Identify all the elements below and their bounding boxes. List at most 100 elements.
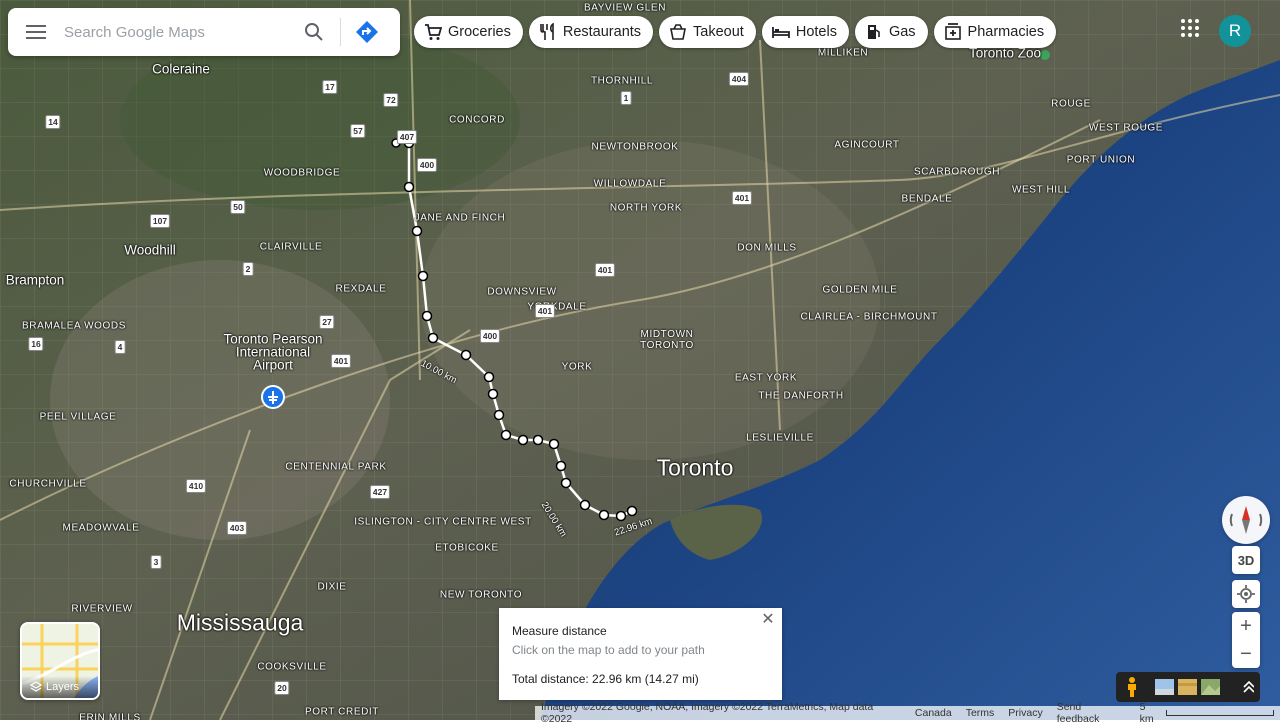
measure-point[interactable] bbox=[500, 429, 512, 441]
my-location-button[interactable] bbox=[1232, 580, 1260, 608]
measure-point[interactable] bbox=[487, 388, 499, 400]
terms-link[interactable]: Terms bbox=[966, 707, 995, 719]
account-avatar[interactable]: R bbox=[1219, 15, 1251, 47]
scale-bar[interactable]: 5 km bbox=[1140, 701, 1274, 725]
place-label-churchville[interactable]: CHURCHVILLE bbox=[9, 479, 86, 490]
place-label-riverview[interactable]: RIVERVIEW bbox=[71, 604, 132, 615]
measure-point[interactable] bbox=[493, 409, 505, 421]
close-icon[interactable]: ✕ bbox=[760, 611, 776, 628]
zoom-out-button[interactable]: − bbox=[1232, 640, 1260, 668]
highway-shield-403: 403 bbox=[226, 521, 248, 535]
chip-pharmacies[interactable]: Pharmacies bbox=[933, 16, 1057, 48]
measure-point[interactable] bbox=[421, 310, 433, 322]
place-label-peel-village[interactable]: PEEL VILLAGE bbox=[40, 412, 117, 423]
highway-shield-14: 14 bbox=[45, 115, 61, 129]
place-label-clairville[interactable]: CLAIRVILLE bbox=[260, 242, 323, 253]
privacy-link[interactable]: Privacy bbox=[1008, 707, 1042, 719]
chip-restaurants[interactable]: Restaurants bbox=[528, 16, 654, 48]
place-label-milliken[interactable]: MILLIKEN bbox=[818, 48, 868, 59]
measure-point[interactable] bbox=[460, 349, 472, 361]
highway-shield-2: 2 bbox=[242, 262, 254, 276]
place-label-west-rouge[interactable]: WEST ROUGE bbox=[1089, 123, 1163, 134]
google-apps-button[interactable] bbox=[1180, 18, 1200, 38]
layers-button[interactable]: Layers bbox=[20, 622, 100, 700]
chip-hotels[interactable]: Hotels bbox=[761, 16, 849, 48]
measure-point[interactable] bbox=[555, 460, 567, 472]
feedback-link[interactable]: Send feedback bbox=[1057, 701, 1126, 725]
place-label-leslieville[interactable]: LESLIEVILLE bbox=[746, 433, 814, 444]
measure-point[interactable] bbox=[532, 434, 544, 446]
place-label-cooksville[interactable]: COOKSVILLE bbox=[257, 662, 326, 673]
imagery-thumb-1-icon[interactable] bbox=[1155, 679, 1175, 695]
measure-point[interactable] bbox=[548, 438, 560, 450]
chip-takeout[interactable]: Takeout bbox=[659, 16, 756, 48]
search-box bbox=[8, 8, 400, 56]
place-label-east-york[interactable]: EAST YORK bbox=[735, 373, 797, 384]
place-label-downsview[interactable]: DOWNSVIEW bbox=[487, 287, 556, 298]
place-label-agincourt[interactable]: AGINCOURT bbox=[834, 140, 899, 151]
place-label-erin-mills[interactable]: ERIN MILLS bbox=[79, 713, 141, 721]
measure-point[interactable] bbox=[626, 505, 638, 517]
place-label-port-union[interactable]: PORT UNION bbox=[1067, 155, 1135, 166]
place-label-rexdale[interactable]: REXDALE bbox=[336, 284, 387, 295]
measure-point[interactable] bbox=[560, 477, 572, 489]
measure-point[interactable] bbox=[598, 509, 610, 521]
place-label-north-york[interactable]: NORTH YORK bbox=[610, 203, 682, 214]
measure-point[interactable] bbox=[483, 371, 495, 383]
place-label-islington-city-centre-west[interactable]: ISLINGTON - CITY CENTRE WEST bbox=[354, 517, 532, 528]
imagery-thumb-2-icon[interactable] bbox=[1178, 679, 1198, 695]
place-label-golden-mile[interactable]: GOLDEN MILE bbox=[823, 285, 898, 296]
place-label-new-toronto[interactable]: NEW TORONTO bbox=[440, 590, 522, 601]
measure-distance-panel: ✕ Measure distance Click on the map to a… bbox=[499, 608, 782, 700]
place-label-midtown-toronto[interactable]: MIDTOWN TORONTO bbox=[632, 329, 702, 351]
place-label-bayview-glen[interactable]: BAYVIEW GLEN bbox=[584, 3, 666, 14]
measure-point[interactable] bbox=[411, 225, 423, 237]
place-label-rouge[interactable]: ROUGE bbox=[1051, 99, 1091, 110]
zoom-in-button[interactable]: + bbox=[1232, 612, 1260, 640]
measure-line[interactable] bbox=[407, 143, 633, 518]
place-label-thornhill[interactable]: THORNHILL bbox=[591, 76, 653, 87]
place-label-newtonbrook[interactable]: NEWTONBROOK bbox=[592, 142, 679, 153]
measure-point[interactable] bbox=[427, 332, 439, 344]
search-input[interactable] bbox=[64, 23, 294, 41]
place-label-brampton[interactable]: Brampton bbox=[6, 273, 65, 288]
place-label-jane-and-finch[interactable]: JANE AND FINCH bbox=[415, 213, 506, 224]
menu-button[interactable] bbox=[8, 8, 64, 56]
measure-point[interactable] bbox=[579, 499, 591, 511]
place-label-bendale[interactable]: BENDALE bbox=[902, 194, 953, 205]
chip-groceries[interactable]: Groceries bbox=[414, 16, 523, 48]
compass-button[interactable] bbox=[1222, 496, 1270, 544]
place-label-meadowvale[interactable]: MEADOWVALE bbox=[63, 523, 140, 534]
expand-up-icon[interactable] bbox=[1242, 680, 1255, 694]
chip-gas[interactable]: Gas bbox=[854, 16, 928, 48]
measure-point[interactable] bbox=[517, 434, 529, 446]
place-label-mississauga[interactable]: Mississauga bbox=[177, 610, 304, 637]
measure-point[interactable] bbox=[403, 181, 415, 193]
place-label-centennial-park[interactable]: CENTENNIAL PARK bbox=[285, 462, 386, 473]
place-label-coleraine[interactable]: Coleraine bbox=[152, 62, 210, 77]
measure-point[interactable] bbox=[417, 270, 429, 282]
pegman-icon[interactable] bbox=[1122, 676, 1139, 698]
place-label-woodbridge[interactable]: WOODBRIDGE bbox=[264, 168, 341, 179]
place-label-etobicoke[interactable]: ETOBICOKE bbox=[435, 543, 499, 554]
place-label-the-danforth[interactable]: THE DANFORTH bbox=[758, 391, 843, 402]
place-label-port-credit[interactable]: PORT CREDIT bbox=[305, 707, 379, 718]
measure-point[interactable] bbox=[615, 510, 627, 522]
toggle-3d-button[interactable]: 3D bbox=[1232, 546, 1260, 574]
place-label-toronto[interactable]: Toronto bbox=[657, 455, 734, 482]
directions-button[interactable] bbox=[347, 8, 387, 56]
place-label-scarborough[interactable]: SCARBOROUGH bbox=[914, 167, 1000, 178]
place-label-dixie[interactable]: DIXIE bbox=[317, 582, 346, 593]
country-link[interactable]: Canada bbox=[915, 707, 952, 719]
place-label-pearson[interactable]: Toronto Pearson International Airport bbox=[218, 332, 328, 372]
search-button[interactable] bbox=[294, 8, 334, 56]
place-label-don-mills[interactable]: DON MILLS bbox=[737, 243, 796, 254]
place-label-willowdale[interactable]: WILLOWDALE bbox=[594, 179, 667, 190]
place-label-bramalea-woods[interactable]: BRAMALEA WOODS bbox=[22, 321, 126, 332]
imagery-thumb-3-icon[interactable] bbox=[1201, 679, 1220, 695]
place-label-west-hill[interactable]: WEST HILL bbox=[1012, 185, 1070, 196]
place-label-york[interactable]: YORK bbox=[562, 362, 593, 373]
place-label-concord[interactable]: CONCORD bbox=[449, 115, 505, 126]
place-label-woodhill[interactable]: Woodhill bbox=[124, 243, 176, 258]
place-label-clairlea-birchmount[interactable]: CLAIRLEA - BIRCHMOUNT bbox=[800, 312, 937, 323]
